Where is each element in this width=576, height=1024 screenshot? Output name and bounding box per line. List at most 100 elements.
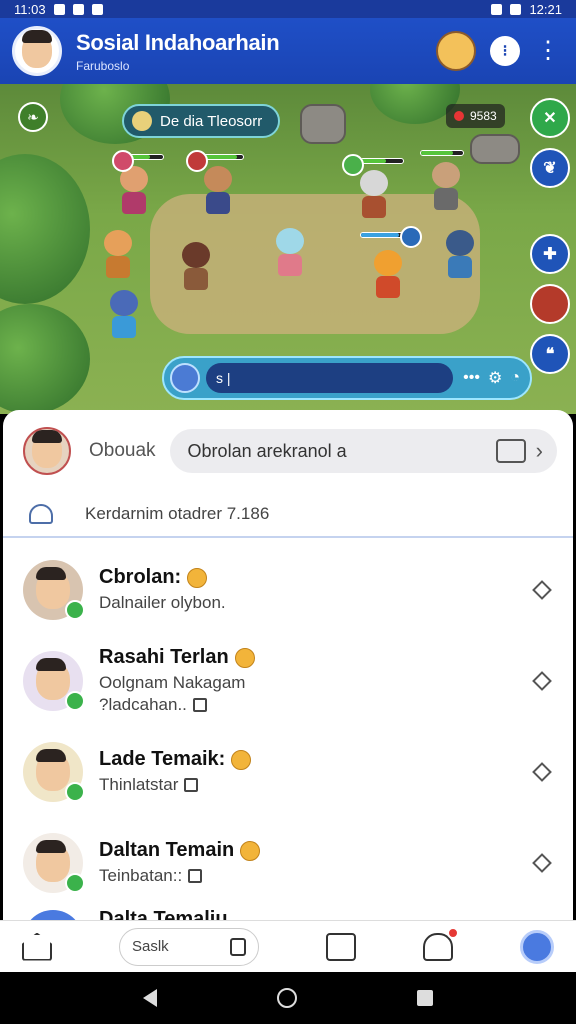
leaf-button[interactable]: ❧: [18, 102, 48, 132]
chat-item-name: Lade Temaik:: [99, 748, 535, 771]
game-character[interactable]: [272, 228, 308, 278]
nav-search[interactable]: [119, 927, 259, 966]
avatar-side-button[interactable]: [530, 284, 570, 324]
game-character[interactable]: [106, 290, 142, 340]
chat-avatar: [23, 910, 83, 920]
game-character-avatar[interactable]: [436, 31, 476, 71]
avatar-face: [36, 839, 70, 882]
emoji-icon: [240, 840, 261, 861]
location-label: De dia Tleosorr: [160, 112, 263, 130]
online-status-icon: [65, 782, 85, 802]
chat-item-message: Thinlatstar: [99, 775, 535, 795]
lock-icon: [230, 937, 246, 956]
unit-badge: [342, 154, 364, 176]
chat-item[interactable]: Lade Temaik: Thinlatstar: [3, 726, 573, 817]
chat-item-message: Oolgnam Nakagam: [99, 673, 535, 693]
app-subtitle: Faruboslo: [76, 58, 130, 73]
nav-search-input[interactable]: [132, 938, 222, 955]
notice-row[interactable]: Kerdarnim otadrer 7.186: [3, 492, 573, 538]
chat-item-text: Dalta Temaliu: [99, 908, 555, 920]
game-chat-input[interactable]: [216, 370, 444, 386]
game-character[interactable]: [200, 166, 236, 216]
chat-search-bar[interactable]: ›: [169, 429, 557, 473]
house-icon[interactable]: [326, 932, 356, 961]
game-character[interactable]: [100, 230, 136, 280]
chat-item[interactable]: Cbrolan: Dalnailer olybon.: [3, 544, 573, 635]
unit-badge: [400, 226, 422, 248]
panel-label: Obouak: [89, 440, 156, 461]
title-block: Sosial Indahoarhain Faruboslo: [76, 30, 436, 73]
thumbs-up-icon: [192, 698, 207, 712]
more-options-icon[interactable]: ⋮: [532, 39, 564, 63]
chat-item-name: Daltan Temain: [99, 839, 535, 862]
diamond-icon[interactable]: [532, 579, 552, 600]
quote-side-button[interactable]: ❝: [530, 334, 570, 374]
status-bar: 11:03 12:21: [0, 0, 576, 18]
chat-item[interactable]: Rasahi Terlan Oolgnam Nakagam ?ladcahan..: [3, 635, 573, 726]
emoji-icon: [187, 567, 208, 588]
status-right: 12:21: [491, 2, 562, 17]
app-bar: Sosial Indahoarhain Faruboslo ⁝ ⋮: [0, 18, 576, 84]
chat-item-message: Dalnailer olybon.: [99, 593, 535, 613]
chat-item-text: Lade Temaik: Thinlatstar: [99, 748, 535, 795]
fox-side-button[interactable]: ✚: [530, 234, 570, 274]
game-character[interactable]: [428, 162, 464, 212]
chat-item[interactable]: Daltan Temain Teinbatan::: [3, 817, 573, 908]
bell-icon: [29, 504, 53, 524]
back-icon[interactable]: [143, 989, 157, 1007]
online-status-icon: [65, 873, 85, 893]
home-icon[interactable]: [22, 932, 52, 961]
settings-icon[interactable]: ⚙: [488, 368, 502, 388]
score-value: 9583: [470, 109, 497, 123]
chat-item-text: Rasahi Terlan Oolgnam Nakagam ?ladcahan..: [99, 646, 535, 715]
notifications-icon[interactable]: [423, 926, 459, 961]
chat-item-text: Daltan Temain Teinbatan::: [99, 839, 535, 886]
status-clock: 12:21: [529, 1, 562, 17]
notification-icon: [72, 3, 84, 15]
profile-avatar[interactable]: [12, 26, 62, 76]
location-pill[interactable]: De dia Tleosorr: [122, 104, 281, 138]
avatar-face: [36, 748, 70, 791]
score-box: 9583: [446, 104, 505, 128]
diamond-icon[interactable]: [532, 761, 552, 782]
chevron-right-icon[interactable]: ›: [536, 438, 543, 464]
emote-orb-icon[interactable]: [170, 363, 200, 393]
status-time: 11:03: [14, 1, 46, 17]
chat-item-partial[interactable]: Dalta Temaliu: [3, 908, 573, 920]
chat-message-text: ?ladcahan..: [99, 695, 187, 714]
avatar-face: [32, 430, 62, 468]
tree: [0, 304, 90, 414]
health-bar: [360, 158, 404, 164]
chat-search-input[interactable]: [187, 440, 486, 462]
chat-message-text: Thinlatstar: [99, 775, 179, 794]
game-character[interactable]: [178, 242, 214, 292]
game-scene[interactable]: ❧ De dia Tleosorr 9583 ✕ ❦ ✚ ❝ ••• ⚙ ◔: [0, 84, 576, 414]
diamond-icon[interactable]: [532, 852, 552, 873]
thumbs-up-icon: [184, 778, 199, 792]
chat-list: Cbrolan: Dalnailer olybon. Rasahi Terlan Oo…: [3, 538, 573, 908]
grid-button[interactable]: ⁝: [490, 36, 520, 66]
recents-icon[interactable]: [417, 990, 433, 1006]
game-character[interactable]: [370, 250, 406, 300]
health-bar: [420, 150, 464, 156]
avatar-face: [36, 657, 70, 700]
game-chat-bar: ••• ⚙ ◔: [162, 356, 532, 400]
game-character[interactable]: [116, 166, 152, 216]
close-side-button[interactable]: ✕: [530, 98, 570, 138]
bird-side-button[interactable]: ❦: [530, 148, 570, 188]
chat-item-text: Cbrolan: Dalnailer olybon.: [99, 566, 535, 613]
notification-icon: [53, 3, 65, 15]
game-chat-field[interactable]: [206, 363, 454, 393]
status-left: 11:03: [14, 2, 103, 17]
keyboard-icon[interactable]: [495, 439, 526, 463]
diamond-icon[interactable]: [532, 670, 552, 691]
health-bar: [360, 232, 404, 238]
game-character[interactable]: [442, 230, 478, 280]
send-icon[interactable]: ◔: [510, 369, 520, 387]
game-character[interactable]: [356, 170, 392, 220]
home-circle-icon[interactable]: [277, 988, 297, 1008]
profile-icon[interactable]: [520, 929, 554, 964]
notification-badge: [447, 926, 459, 939]
more-dots-icon[interactable]: •••: [463, 369, 480, 387]
panel-avatar[interactable]: [23, 427, 71, 475]
